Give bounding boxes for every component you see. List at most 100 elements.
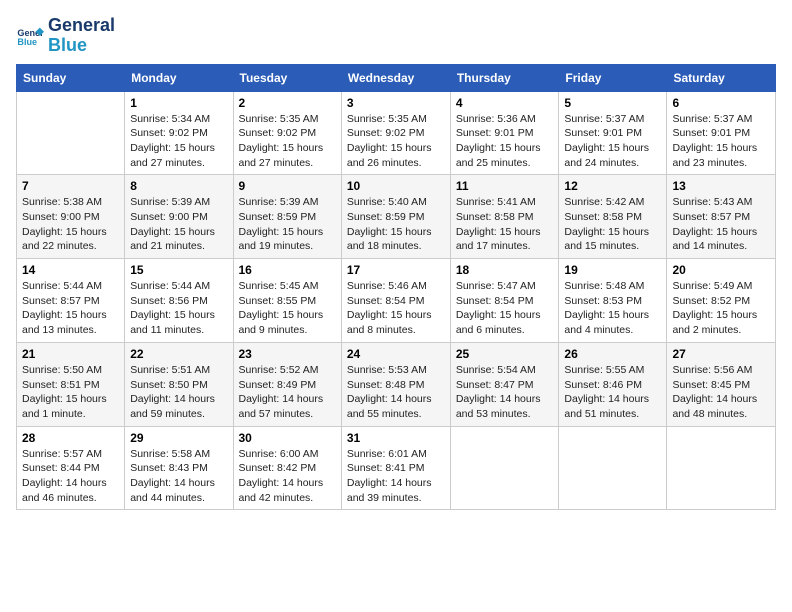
day-info: Sunrise: 5:55 AMSunset: 8:46 PMDaylight:… bbox=[564, 363, 661, 422]
day-info: Sunrise: 5:40 AMSunset: 8:59 PMDaylight:… bbox=[347, 195, 445, 254]
calendar-cell: 21 Sunrise: 5:50 AMSunset: 8:51 PMDayligh… bbox=[17, 342, 125, 426]
day-info: Sunrise: 5:35 AMSunset: 9:02 PMDaylight:… bbox=[347, 112, 445, 171]
day-number: 14 bbox=[22, 263, 119, 277]
day-info: Sunrise: 5:43 AMSunset: 8:57 PMDaylight:… bbox=[672, 195, 770, 254]
calendar-cell: 12 Sunrise: 5:42 AMSunset: 8:58 PMDayligh… bbox=[559, 175, 667, 259]
calendar-cell: 26 Sunrise: 5:55 AMSunset: 8:46 PMDayligh… bbox=[559, 342, 667, 426]
calendar-week-row: 21 Sunrise: 5:50 AMSunset: 8:51 PMDayligh… bbox=[17, 342, 776, 426]
day-info: Sunrise: 5:58 AMSunset: 8:43 PMDaylight:… bbox=[130, 447, 227, 506]
day-number: 28 bbox=[22, 431, 119, 445]
day-info: Sunrise: 5:42 AMSunset: 8:58 PMDaylight:… bbox=[564, 195, 661, 254]
day-info: Sunrise: 5:52 AMSunset: 8:49 PMDaylight:… bbox=[239, 363, 336, 422]
calendar-cell: 16 Sunrise: 5:45 AMSunset: 8:55 PMDayligh… bbox=[233, 259, 341, 343]
day-info: Sunrise: 5:35 AMSunset: 9:02 PMDaylight:… bbox=[239, 112, 336, 171]
calendar-cell bbox=[17, 91, 125, 175]
day-header-tuesday: Tuesday bbox=[233, 64, 341, 91]
calendar-cell: 13Sunrise: 5:43 AMSunset: 8:57 PMDayligh… bbox=[667, 175, 776, 259]
day-info: Sunrise: 5:56 AMSunset: 8:45 PMDaylight:… bbox=[672, 363, 770, 422]
day-info: Sunrise: 5:39 AMSunset: 8:59 PMDaylight:… bbox=[239, 195, 336, 254]
day-info: Sunrise: 5:48 AMSunset: 8:53 PMDaylight:… bbox=[564, 279, 661, 338]
calendar-cell: 29 Sunrise: 5:58 AMSunset: 8:43 PMDayligh… bbox=[125, 426, 233, 510]
calendar-cell: 24 Sunrise: 5:53 AMSunset: 8:48 PMDayligh… bbox=[341, 342, 450, 426]
day-info: Sunrise: 5:36 AMSunset: 9:01 PMDaylight:… bbox=[456, 112, 554, 171]
day-info: Sunrise: 5:37 AMSunset: 9:01 PMDaylight:… bbox=[672, 112, 770, 171]
day-number: 24 bbox=[347, 347, 445, 361]
calendar-cell: 31 Sunrise: 6:01 AMSunset: 8:41 PMDayligh… bbox=[341, 426, 450, 510]
day-header-saturday: Saturday bbox=[667, 64, 776, 91]
calendar-cell: 1 Sunrise: 5:34 AMSunset: 9:02 PMDaylight… bbox=[125, 91, 233, 175]
day-number: 30 bbox=[239, 431, 336, 445]
day-info: Sunrise: 5:38 AMSunset: 9:00 PMDaylight:… bbox=[22, 195, 119, 254]
calendar-cell: 5 Sunrise: 5:37 AMSunset: 9:01 PMDaylight… bbox=[559, 91, 667, 175]
day-info: Sunrise: 5:39 AMSunset: 9:00 PMDaylight:… bbox=[130, 195, 227, 254]
day-number: 17 bbox=[347, 263, 445, 277]
day-number: 11 bbox=[456, 179, 554, 193]
day-number: 9 bbox=[239, 179, 336, 193]
day-info: Sunrise: 5:51 AMSunset: 8:50 PMDaylight:… bbox=[130, 363, 227, 422]
day-number: 18 bbox=[456, 263, 554, 277]
calendar-cell: 3 Sunrise: 5:35 AMSunset: 9:02 PMDaylight… bbox=[341, 91, 450, 175]
calendar-table: SundayMondayTuesdayWednesdayThursdayFrid… bbox=[16, 64, 776, 511]
day-header-sunday: Sunday bbox=[17, 64, 125, 91]
page-header: General Blue General Blue bbox=[16, 16, 776, 56]
day-header-monday: Monday bbox=[125, 64, 233, 91]
day-info: Sunrise: 5:44 AMSunset: 8:57 PMDaylight:… bbox=[22, 279, 119, 338]
day-number: 5 bbox=[564, 96, 661, 110]
day-info: Sunrise: 5:37 AMSunset: 9:01 PMDaylight:… bbox=[564, 112, 661, 171]
calendar-cell bbox=[450, 426, 559, 510]
calendar-cell bbox=[559, 426, 667, 510]
svg-text:Blue: Blue bbox=[17, 37, 37, 47]
calendar-cell bbox=[667, 426, 776, 510]
day-info: Sunrise: 5:34 AMSunset: 9:02 PMDaylight:… bbox=[130, 112, 227, 171]
day-info: Sunrise: 5:53 AMSunset: 8:48 PMDaylight:… bbox=[347, 363, 445, 422]
logo-text: General Blue bbox=[48, 16, 115, 56]
day-info: Sunrise: 5:41 AMSunset: 8:58 PMDaylight:… bbox=[456, 195, 554, 254]
day-number: 4 bbox=[456, 96, 554, 110]
calendar-cell: 6 Sunrise: 5:37 AMSunset: 9:01 PMDaylight… bbox=[667, 91, 776, 175]
day-number: 1 bbox=[130, 96, 227, 110]
day-number: 6 bbox=[672, 96, 770, 110]
day-number: 21 bbox=[22, 347, 119, 361]
calendar-cell: 8 Sunrise: 5:39 AMSunset: 9:00 PMDaylight… bbox=[125, 175, 233, 259]
day-info: Sunrise: 5:49 AMSunset: 8:52 PMDaylight:… bbox=[672, 279, 770, 338]
day-number: 20 bbox=[672, 263, 770, 277]
day-number: 29 bbox=[130, 431, 227, 445]
day-number: 7 bbox=[22, 179, 119, 193]
day-number: 25 bbox=[456, 347, 554, 361]
day-number: 16 bbox=[239, 263, 336, 277]
day-number: 23 bbox=[239, 347, 336, 361]
day-number: 22 bbox=[130, 347, 227, 361]
day-number: 31 bbox=[347, 431, 445, 445]
calendar-cell: 15Sunrise: 5:44 AMSunset: 8:56 PMDayligh… bbox=[125, 259, 233, 343]
day-info: Sunrise: 5:45 AMSunset: 8:55 PMDaylight:… bbox=[239, 279, 336, 338]
calendar-cell: 10 Sunrise: 5:40 AMSunset: 8:59 PMDayligh… bbox=[341, 175, 450, 259]
day-info: Sunrise: 5:50 AMSunset: 8:51 PMDaylight:… bbox=[22, 363, 119, 422]
day-number: 26 bbox=[564, 347, 661, 361]
day-info: Sunrise: 5:46 AMSunset: 8:54 PMDaylight:… bbox=[347, 279, 445, 338]
calendar-cell: 27 Sunrise: 5:56 AMSunset: 8:45 PMDayligh… bbox=[667, 342, 776, 426]
day-number: 2 bbox=[239, 96, 336, 110]
calendar-cell: 11 Sunrise: 5:41 AMSunset: 8:58 PMDayligh… bbox=[450, 175, 559, 259]
logo: General Blue General Blue bbox=[16, 16, 115, 56]
calendar-cell: 25Sunrise: 5:54 AMSunset: 8:47 PMDayligh… bbox=[450, 342, 559, 426]
calendar-week-row: 1 Sunrise: 5:34 AMSunset: 9:02 PMDaylight… bbox=[17, 91, 776, 175]
day-number: 12 bbox=[564, 179, 661, 193]
day-info: Sunrise: 6:01 AMSunset: 8:41 PMDaylight:… bbox=[347, 447, 445, 506]
day-header-wednesday: Wednesday bbox=[341, 64, 450, 91]
logo-icon: General Blue bbox=[16, 22, 44, 50]
day-info: Sunrise: 5:57 AMSunset: 8:44 PMDaylight:… bbox=[22, 447, 119, 506]
calendar-cell: 7 Sunrise: 5:38 AMSunset: 9:00 PMDaylight… bbox=[17, 175, 125, 259]
day-info: Sunrise: 6:00 AMSunset: 8:42 PMDaylight:… bbox=[239, 447, 336, 506]
day-number: 19 bbox=[564, 263, 661, 277]
day-number: 10 bbox=[347, 179, 445, 193]
day-number: 8 bbox=[130, 179, 227, 193]
calendar-cell: 28 Sunrise: 5:57 AMSunset: 8:44 PMDayligh… bbox=[17, 426, 125, 510]
day-number: 15 bbox=[130, 263, 227, 277]
calendar-week-row: 28 Sunrise: 5:57 AMSunset: 8:44 PMDayligh… bbox=[17, 426, 776, 510]
calendar-week-row: 7 Sunrise: 5:38 AMSunset: 9:00 PMDaylight… bbox=[17, 175, 776, 259]
day-number: 27 bbox=[672, 347, 770, 361]
calendar-cell: 30 Sunrise: 6:00 AMSunset: 8:42 PMDayligh… bbox=[233, 426, 341, 510]
calendar-cell: 2 Sunrise: 5:35 AMSunset: 9:02 PMDaylight… bbox=[233, 91, 341, 175]
day-number: 3 bbox=[347, 96, 445, 110]
calendar-cell: 4 Sunrise: 5:36 AMSunset: 9:01 PMDaylight… bbox=[450, 91, 559, 175]
